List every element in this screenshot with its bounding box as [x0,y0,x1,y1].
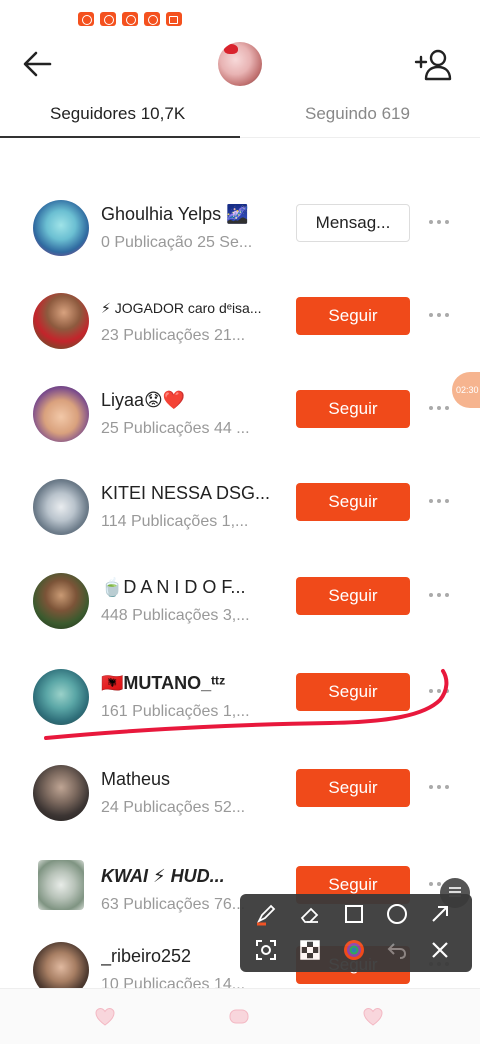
square-icon[interactable] [340,900,368,928]
close-icon[interactable] [426,936,454,964]
tabs: Seguidores 10,7K Seguindo 619 [0,94,480,138]
status-icons [78,12,182,26]
follower-name[interactable]: 🍵D A N I D O F... [101,577,276,598]
list-item[interactable]: Matheus 24 Publicações 52... Seguir [0,751,480,847]
tab-following[interactable]: Seguindo 619 [305,104,410,124]
list-item[interactable]: KITEI NESSA DSG... 114 Publicações 1,...… [0,465,480,561]
follower-meta: 114 Publicações 1,... [101,513,249,530]
tab-followers[interactable]: Seguidores 10,7K [50,104,185,124]
follower-name[interactable]: Liyaa😟❤️ [101,390,276,411]
more-icon[interactable] [426,779,452,795]
followers-list[interactable]: Ghoulhia Yelps 🌌 0 Publicação 25 Se... M… [0,138,480,988]
arrow-left-icon [23,51,52,77]
list-item[interactable]: Liyaa😟❤️ 25 Publicações 44 ... Seguir [0,372,480,468]
more-icon[interactable] [426,587,452,603]
avatar[interactable] [33,479,89,535]
follow-button[interactable]: Seguir [296,297,410,335]
avatar[interactable] [33,942,89,988]
follower-meta: 25 Publicações 44 ... [101,420,250,437]
follower-name[interactable]: Ghoulhia Yelps 🌌 [101,204,276,225]
bottom-bar [0,988,480,1044]
follower-name[interactable]: 🇦🇱MUTANO_ᵗᵗᶻ [101,673,276,694]
mosaic-icon[interactable] [296,936,324,964]
more-icon[interactable] [426,493,452,509]
follower-meta: 24 Publicações 52... [101,799,246,816]
more-icon[interactable] [426,214,452,230]
list-item[interactable]: 🇦🇱MUTANO_ᵗᵗᶻ 161 Publicações 1,... Segui… [0,655,480,751]
follower-name[interactable]: KITEI NESSA DSG... [101,483,276,504]
message-button[interactable]: Mensag... [296,204,410,242]
avatar[interactable] [33,293,89,349]
avatar-bow [224,44,238,54]
heart-icon[interactable] [94,1007,116,1027]
circle-icon[interactable] [383,900,411,928]
follower-meta: 0 Publicação 25 Se... [101,234,253,251]
follow-button[interactable]: Seguir [296,390,410,428]
recording-timer[interactable]: 02:30 [452,372,480,408]
notification-icon [144,12,160,26]
follower-meta: 23 Publicações 21... [101,327,246,344]
follower-name[interactable]: KWAI ⚡ HUD... [101,866,276,887]
video-icon [166,12,182,26]
follow-button[interactable]: Seguir [296,673,410,711]
follower-meta: 10 Publicações 14... [101,976,246,988]
chat-icon[interactable] [228,1007,250,1027]
heart-icon[interactable] [362,1007,384,1027]
avatar[interactable] [33,573,89,629]
avatar[interactable] [33,765,89,821]
add-user-button[interactable] [414,46,454,82]
notification-icon [100,12,116,26]
profile-avatar[interactable] [218,42,262,86]
avatar[interactable] [33,386,89,442]
follower-meta: 161 Publicações 1,... [101,703,250,720]
list-item[interactable]: Ghoulhia Yelps 🌌 0 Publicação 25 Se... M… [0,186,480,282]
more-icon[interactable] [426,307,452,323]
pen-icon[interactable] [252,900,280,928]
more-icon[interactable] [426,400,452,416]
follow-button[interactable]: Seguir [296,577,410,615]
follower-name[interactable]: Matheus [101,769,276,790]
top-bar [0,36,480,94]
list-item[interactable]: ⚡ JOGADOR caro dᵉisa... 23 Publicações 2… [0,279,480,375]
list-item[interactable]: 🍵D A N I D O F... 448 Publicações 3,... … [0,559,480,655]
drawing-toolbar [240,894,472,972]
notification-icon [78,12,94,26]
back-button[interactable] [20,46,56,82]
color-icon[interactable] [340,936,368,964]
add-user-icon [414,49,452,81]
follower-meta: 448 Publicações 3,... [101,607,250,624]
more-icon[interactable] [426,683,452,699]
undo-icon[interactable] [383,936,411,964]
status-bar [0,0,480,36]
follow-button[interactable]: Seguir [296,769,410,807]
follow-button[interactable]: Seguir [296,483,410,521]
avatar[interactable] [38,860,84,910]
notification-icon [122,12,138,26]
arrow-icon[interactable] [426,900,454,928]
screenshot-icon[interactable] [252,936,280,964]
avatar[interactable] [33,669,89,725]
avatar[interactable] [33,200,89,256]
follower-name[interactable]: ⚡ JOGADOR caro dᵉisa... [101,300,276,317]
eraser-icon[interactable] [296,900,324,928]
